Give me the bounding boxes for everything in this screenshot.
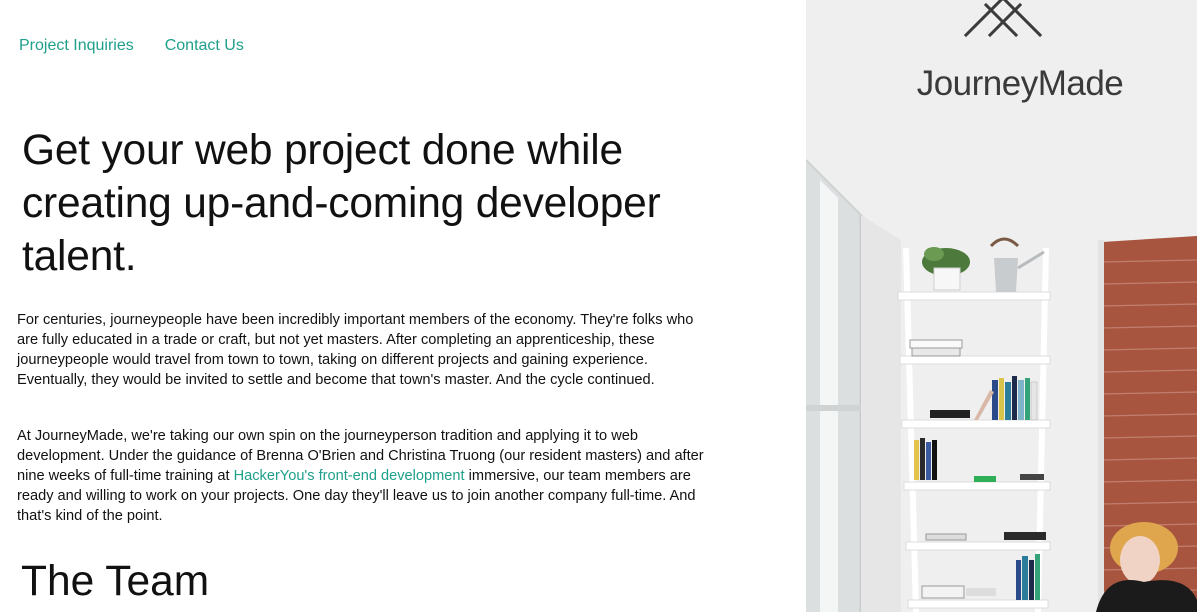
top-nav: Project Inquiries Contact Us — [19, 37, 244, 55]
intro-paragraph-1: For centuries, journeypeople have been i… — [17, 312, 694, 388]
nav-contact-us-link[interactable]: Contact Us — [165, 37, 244, 55]
brand-logo-text: JourneyMade — [916, 64, 1124, 103]
hero-photo: JourneyMade — [806, 0, 1197, 612]
hero-headline: Get your web project done while creating… — [22, 127, 661, 280]
team-heading: The Team — [21, 558, 210, 605]
hackeryou-link[interactable]: HackerYou's front-end development — [234, 468, 465, 484]
nav-project-inquiries-link[interactable]: Project Inquiries — [19, 37, 134, 55]
main-content: Project Inquiries Contact Us Get your we… — [0, 0, 806, 612]
intro-paragraph-2: At JourneyMade, we're taking our own spi… — [17, 426, 717, 526]
